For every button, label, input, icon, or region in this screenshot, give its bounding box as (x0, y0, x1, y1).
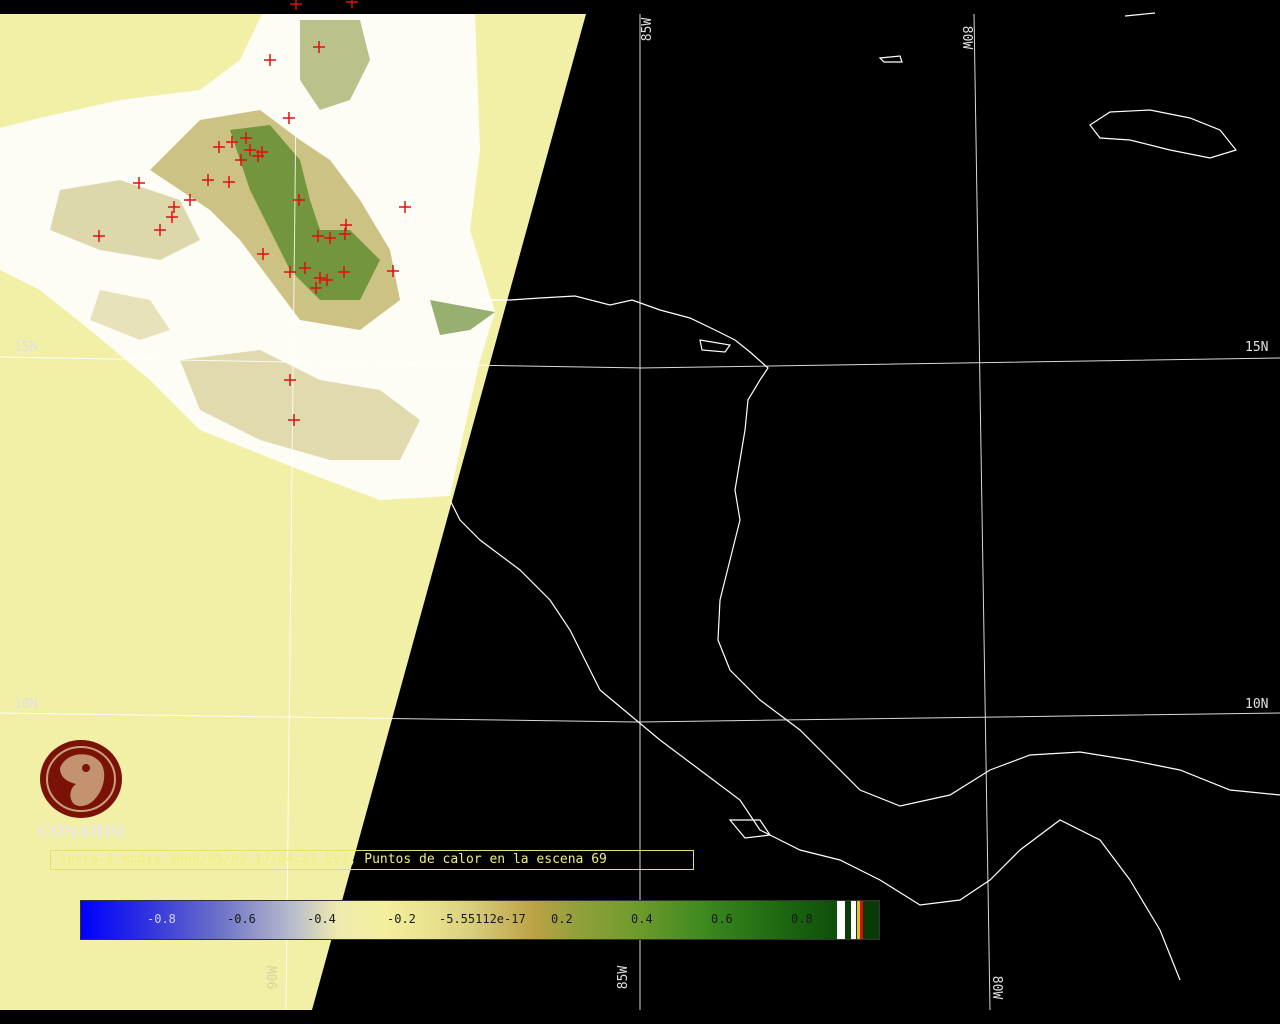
colorbar-tick-5: 0.2 (551, 912, 573, 926)
lat-label-15n-left: 15N (14, 340, 38, 355)
colorbar-tail (837, 901, 879, 939)
conabio-macaw-logo-icon (40, 740, 122, 818)
lon-label-80w-top: 80W (959, 25, 975, 50)
colorbar-tick-3: -0.2 (387, 912, 416, 926)
colorbar-tick-6: 0.4 (631, 912, 653, 926)
lon-label-80w-bottom: 80W (989, 975, 1005, 1000)
lat-label-10n-left: 10N (14, 697, 38, 712)
colorbar-tick-0: -0.8 (147, 912, 176, 926)
scene-caption: terra-1 modis 2006/05/02 17:04:21 EVI, P… (50, 850, 694, 870)
lon-label-85w-top: 85W (640, 17, 656, 42)
colorbar-tick-8: 0.8 (791, 912, 813, 926)
conabio-logo-text: CONABIO (38, 822, 125, 840)
evi-colorbar: -0.8 -0.6 -0.4 -0.2 -5.55112e-17 0.2 0.4… (80, 900, 880, 940)
lat-label-10n-right: 10N (1245, 697, 1269, 712)
satellite-map (0, 0, 1280, 1024)
colorbar-tick-7: 0.6 (711, 912, 733, 926)
lon-label-90w-bottom: 90W (266, 965, 282, 990)
colorbar-tick-1: -0.6 (227, 912, 256, 926)
lon-label-85w-bottom: 85W (616, 965, 632, 990)
lat-label-15n-right: 15N (1245, 340, 1269, 355)
colorbar-tick-4: -5.55112e-17 (439, 912, 526, 926)
colorbar-tick-2: -0.4 (307, 912, 336, 926)
